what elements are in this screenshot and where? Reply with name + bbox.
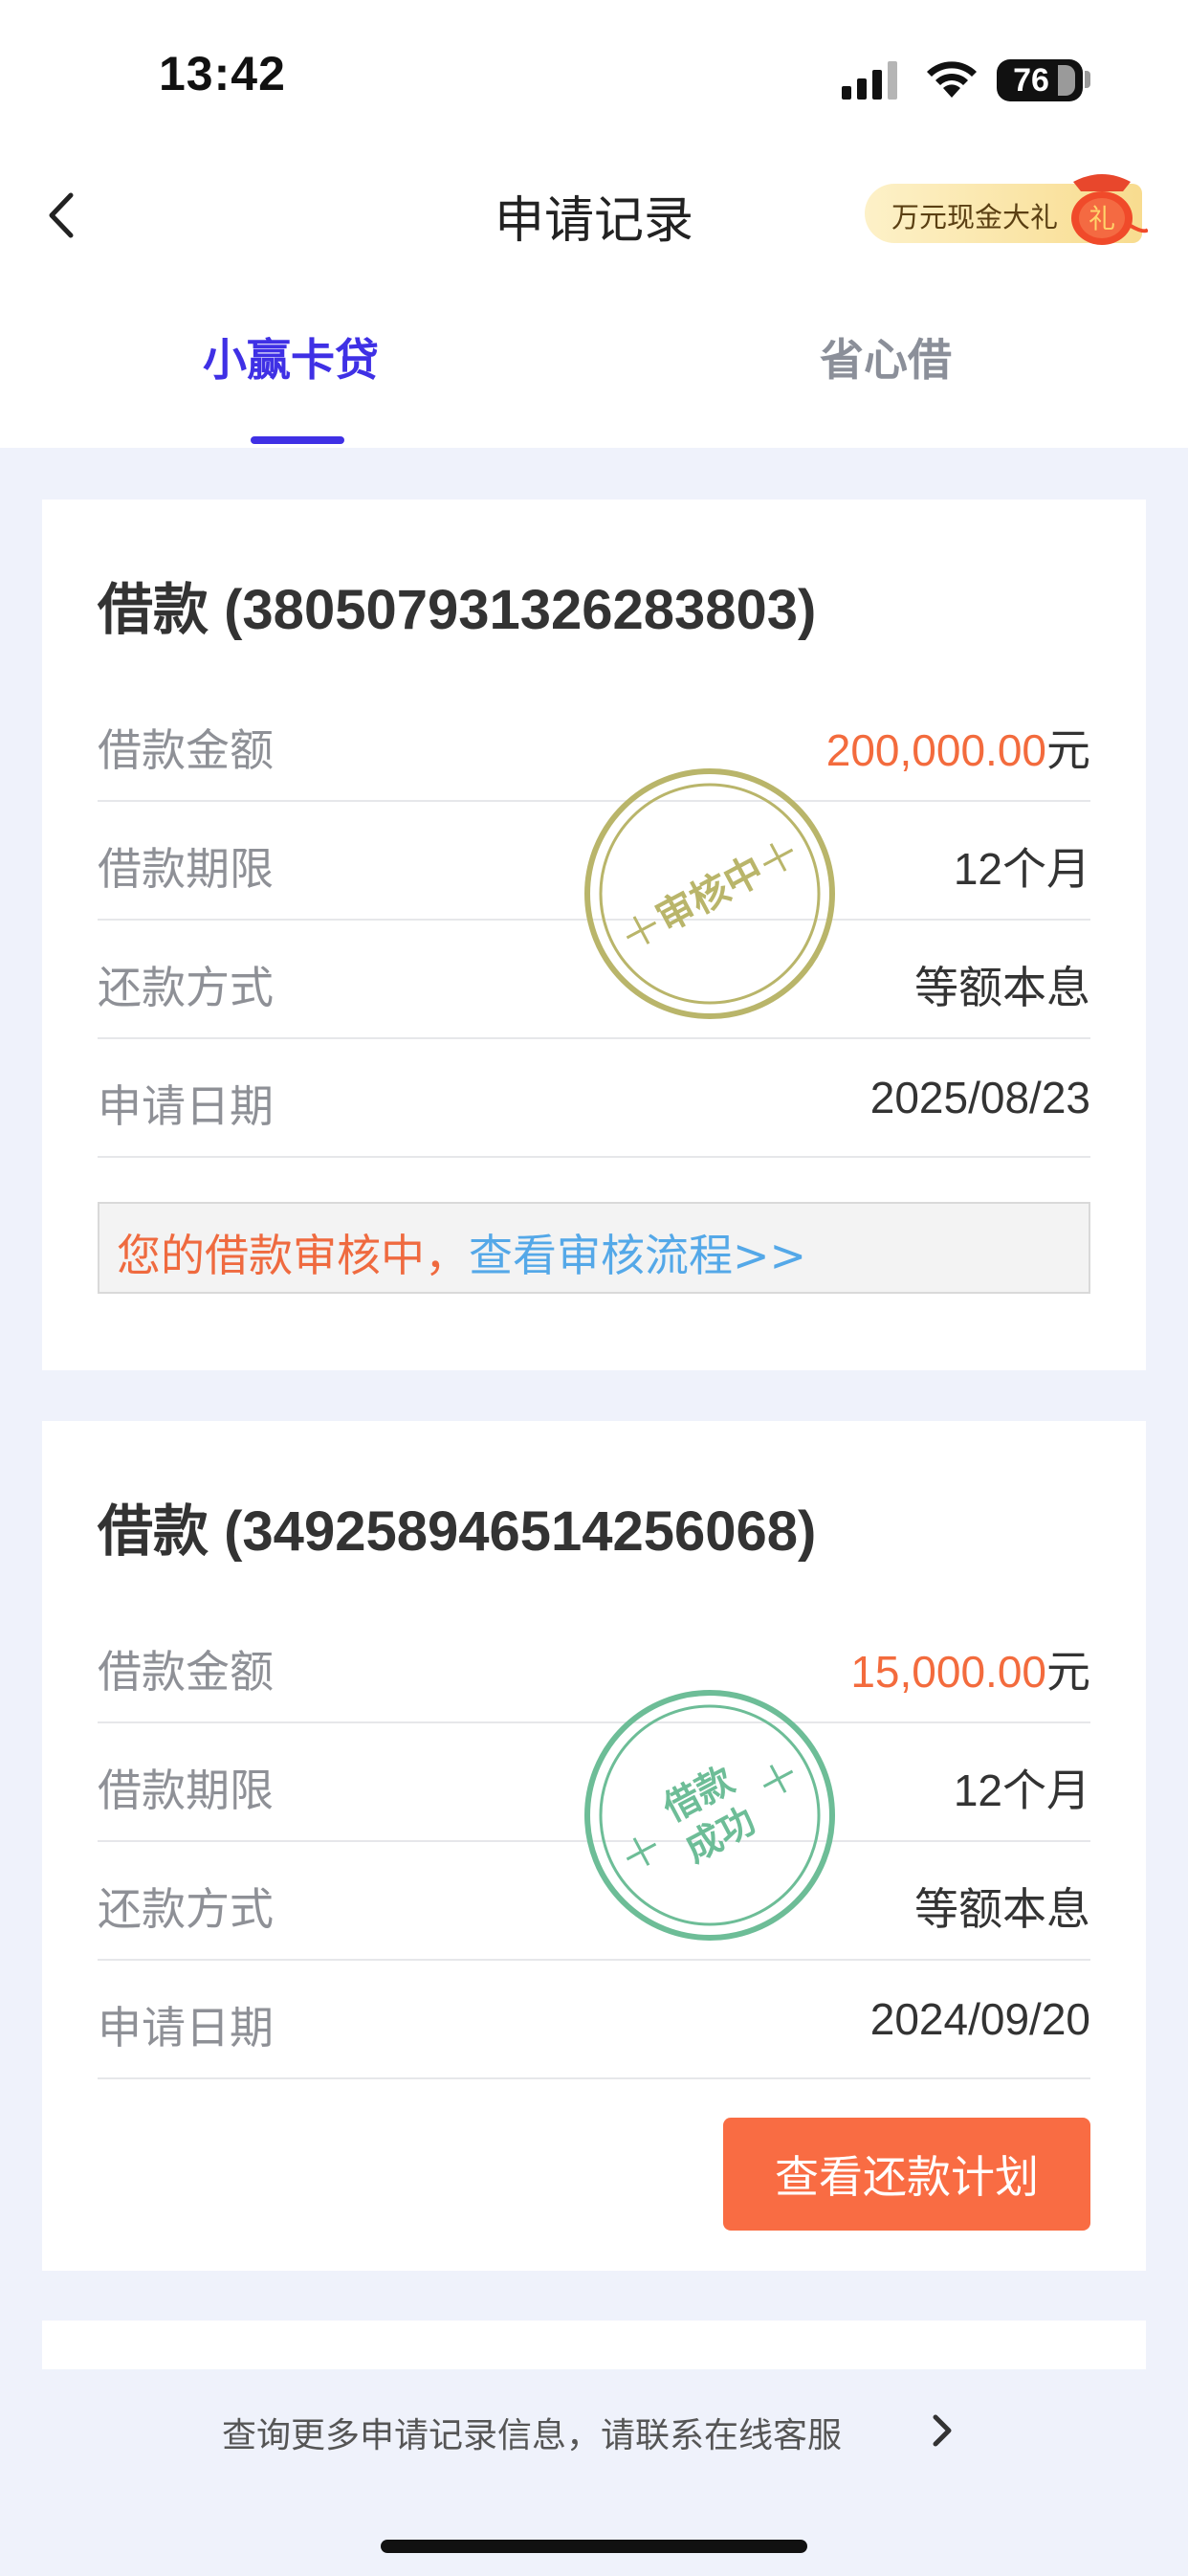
loan-success-stamp: 借款 成功 — [584, 1690, 835, 1941]
row-value: 2024/09/20 — [869, 1994, 1090, 2044]
loan-record-card: 借款 (380507931326283803) 借款金额 200,000.00元… — [42, 500, 1146, 1370]
row-value: 12个月 — [953, 1765, 1090, 1815]
review-notice: 您的借款审核中，查看审核流程>> — [98, 1202, 1090, 1294]
row-value: 2025/08/23 — [869, 1073, 1090, 1122]
chevron-right-icon[interactable] — [928, 2411, 957, 2450]
home-indicator — [381, 2540, 807, 2553]
row-label: 还款方式 — [98, 962, 274, 1013]
row-label: 借款期限 — [98, 1765, 274, 1816]
active-tab-indicator — [251, 436, 344, 444]
row-label: 借款金额 — [98, 724, 274, 776]
battery-tip — [1085, 71, 1090, 88]
gift-bag-icon[interactable]: 礼 — [1056, 170, 1148, 247]
row-label: 还款方式 — [98, 1883, 274, 1935]
footer: 查询更多申请记录信息，请联系在线客服 — [0, 2369, 1188, 2576]
stamp-text: 审核中 — [649, 848, 772, 941]
notice-message: 您的借款审核中， — [117, 1230, 469, 1281]
contact-service-link[interactable]: 查询更多申请记录信息，请联系在线客服 — [222, 2408, 842, 2457]
loan-title: 借款 (380507931326283803) — [98, 579, 817, 641]
row-value: 等额本息 — [914, 1884, 1090, 1934]
loan-title: 借款 (349258946514256068) — [98, 1500, 817, 1563]
wifi-icon — [927, 61, 977, 98]
promo-text: 万元现金大礼 — [891, 201, 1059, 233]
row-value: 15,000.00元 — [850, 1637, 1090, 1700]
view-review-process-link[interactable]: 查看审核流程>> — [469, 1230, 806, 1281]
status-time: 13:42 — [159, 47, 286, 100]
view-repayment-plan-button[interactable]: 查看还款计划 — [723, 2118, 1090, 2231]
status-bar: 13:42 76 — [0, 0, 1188, 153]
loan-record-card: 借款 (349258946514256068) 借款金额 15,000.00元 … — [42, 1421, 1146, 2271]
under-review-stamp: 审核中 — [584, 768, 835, 1019]
amount-unit: 元 — [1046, 725, 1090, 775]
loan-amount: 200,000.00 — [825, 725, 1046, 775]
battery-icon: 76 — [997, 59, 1083, 101]
tab-bar: 小赢卡贷 省心借 — [0, 297, 1188, 448]
nav-header: 申请记录 万元现金大礼 礼 — [0, 153, 1188, 297]
cellular-signal-icon — [842, 61, 897, 100]
tab-xiaoying-card-loan[interactable]: 小赢卡贷 — [203, 325, 379, 389]
row-label: 申请日期 — [98, 1080, 274, 1132]
tab-shengxin-loan[interactable]: 省心借 — [820, 325, 952, 389]
row-application-date: 申请日期 2025/08/23 — [98, 1039, 1090, 1158]
row-label: 申请日期 — [98, 2002, 274, 2054]
row-value: 等额本息 — [914, 963, 1090, 1012]
gift-bag-glyph: 礼 — [1089, 203, 1115, 234]
loan-amount: 15,000.00 — [850, 1647, 1046, 1697]
battery-level: 76 — [1013, 61, 1049, 99]
amount-unit: 元 — [1046, 1647, 1090, 1697]
row-application-date: 申请日期 2024/09/20 — [98, 1961, 1090, 2079]
row-value: 200,000.00元 — [826, 716, 1090, 779]
row-label: 借款期限 — [98, 843, 274, 895]
notice-text: 您的借款审核中，查看审核流程>> — [117, 1221, 806, 1284]
row-label: 借款金额 — [98, 1646, 274, 1698]
row-value: 12个月 — [953, 844, 1090, 894]
